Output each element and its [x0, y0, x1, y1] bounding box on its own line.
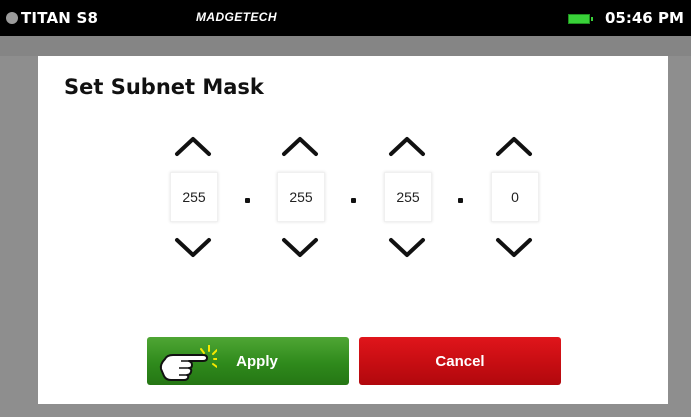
chevron-up-icon [282, 137, 318, 156]
octet-separator-dot [245, 198, 250, 203]
dialog-title: Set Subnet Mask [64, 75, 264, 99]
octet-3: 255 [369, 124, 445, 270]
octet-2: 255 [262, 124, 338, 270]
octet-4-decrement-button[interactable] [476, 226, 552, 270]
octet-1-decrement-button[interactable] [155, 226, 231, 270]
octet-separator-dot [351, 198, 356, 203]
subnet-mask-dialog: Set Subnet Mask 255 255 255 0 Apply Canc… [38, 56, 668, 404]
octet-4-value[interactable]: 0 [491, 172, 539, 222]
cancel-button-label: Cancel [435, 352, 485, 370]
status-indicator-icon [6, 12, 18, 24]
apply-button[interactable]: Apply [147, 337, 349, 385]
octet-3-decrement-button[interactable] [369, 226, 445, 270]
battery-icon [568, 14, 593, 24]
chevron-up-icon [496, 137, 532, 156]
clock: 05:46 PM [605, 9, 684, 27]
octet-2-decrement-button[interactable] [262, 226, 338, 270]
chevron-up-icon [389, 137, 425, 156]
chevron-down-icon [389, 238, 425, 257]
octet-2-increment-button[interactable] [262, 124, 338, 168]
device-screen: TITAN S8 MADGETECH 05:46 PM Set Subnet M… [0, 0, 691, 417]
device-name: TITAN S8 [21, 9, 99, 27]
octet-separator-dot [458, 198, 463, 203]
octet-2-value[interactable]: 255 [277, 172, 325, 222]
chevron-down-icon [175, 238, 211, 257]
octet-1: 255 [155, 124, 231, 270]
octet-4-increment-button[interactable] [476, 124, 552, 168]
octet-4: 0 [476, 124, 552, 270]
chevron-down-icon [282, 238, 318, 257]
cancel-button[interactable]: Cancel [359, 337, 561, 385]
chevron-down-icon [496, 238, 532, 257]
octet-3-value[interactable]: 255 [384, 172, 432, 222]
chevron-up-icon [175, 137, 211, 156]
octet-3-increment-button[interactable] [369, 124, 445, 168]
status-bar: TITAN S8 MADGETECH 05:46 PM [0, 0, 691, 36]
octet-1-value[interactable]: 255 [170, 172, 218, 222]
octet-1-increment-button[interactable] [155, 124, 231, 168]
background-overlay [0, 36, 691, 56]
brand-logo: MADGETECH [196, 10, 277, 24]
apply-button-label: Apply [236, 352, 278, 370]
hand-tap-icon [159, 345, 217, 381]
